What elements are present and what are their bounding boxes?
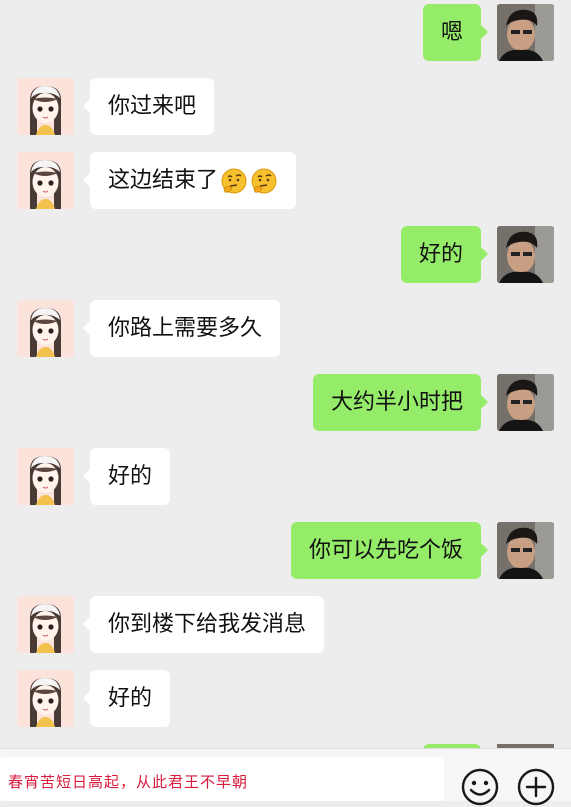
- message-bubble-received[interactable]: 好的: [82, 448, 171, 505]
- avatar-self[interactable]: [497, 4, 554, 61]
- avatar-contact[interactable]: [17, 78, 74, 135]
- thinking-face-icon: [221, 168, 247, 194]
- avatar-contact[interactable]: [17, 670, 74, 727]
- message-bubble-received[interactable]: 你到楼下给我发消息: [82, 596, 325, 653]
- avatar-contact[interactable]: [17, 596, 74, 653]
- avatar-contact[interactable]: [17, 448, 74, 505]
- thinking-face-icon: [251, 168, 277, 194]
- input-bar: 春宵苦短日高起，从此君王不早朝: [0, 748, 571, 806]
- smiley-icon[interactable]: [460, 767, 500, 807]
- message-bubble-received[interactable]: 好的: [82, 670, 171, 727]
- message-bubble-sent[interactable]: 大约半小时把: [312, 374, 489, 431]
- message-bubble-received[interactable]: 你过来吧: [82, 78, 215, 135]
- message-input-text: 春宵苦短日高起，从此君王不早朝: [8, 773, 249, 791]
- chat-area: 嗯 你过来吧 这边结束了 好的 你路上需要多久 大约半小时把 好的 你可以先吃个…: [0, 0, 571, 748]
- message-bubble-sent[interactable]: 嗯: [422, 4, 489, 61]
- message-text: 这边结束了: [108, 168, 219, 193]
- avatar-self[interactable]: [497, 226, 554, 283]
- message-input[interactable]: 春宵苦短日高起，从此君王不早朝: [0, 757, 444, 801]
- message-bubble-sent[interactable]: 好的: [400, 226, 489, 283]
- plus-circle-icon[interactable]: [516, 767, 556, 807]
- message-bubble-sent[interactable]: 你可以先吃个饭: [290, 522, 489, 579]
- avatar-self[interactable]: [497, 522, 554, 579]
- avatar-contact[interactable]: [17, 300, 74, 357]
- message-bubble-received[interactable]: 这边结束了: [82, 152, 297, 209]
- avatar-self[interactable]: [497, 374, 554, 431]
- avatar-contact[interactable]: [17, 152, 74, 209]
- message-bubble-received[interactable]: 你路上需要多久: [82, 300, 281, 357]
